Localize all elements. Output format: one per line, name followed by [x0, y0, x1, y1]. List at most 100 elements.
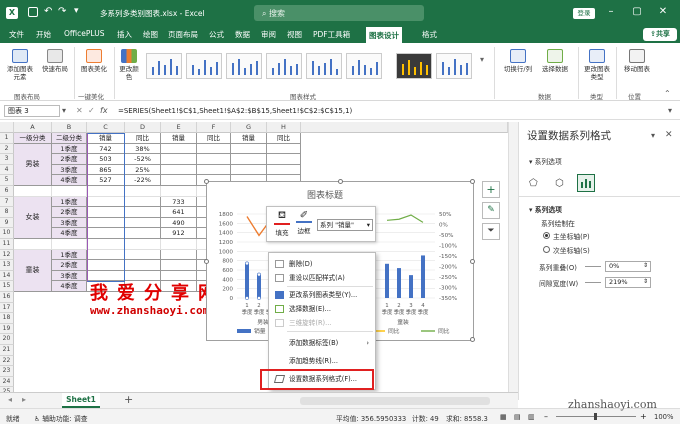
row-header[interactable]: 2: [0, 143, 14, 155]
column-header[interactable]: F: [197, 122, 231, 133]
resize-handle[interactable]: [470, 337, 475, 342]
menu-item-add-data-labels[interactable]: 添加数据标签(B) ›: [269, 336, 375, 350]
table-cell[interactable]: 二级分类: [52, 133, 87, 144]
row-header[interactable]: 15: [0, 281, 14, 292]
select-all-corner[interactable]: [0, 122, 14, 133]
change-chart-type-button[interactable]: 更改图表类型: [582, 49, 612, 81]
normal-view-icon[interactable]: ▦: [500, 413, 507, 421]
table-cell[interactable]: 733: [161, 196, 197, 208]
customize-qat-icon[interactable]: ▾: [74, 6, 79, 16]
table-cell[interactable]: 38%: [125, 143, 161, 155]
bar-selection-handle[interactable]: [257, 296, 261, 300]
table-cell[interactable]: 490: [161, 217, 197, 229]
group-label-cell[interactable]: 童装: [14, 249, 52, 292]
tab-insert[interactable]: 插入: [117, 29, 132, 40]
row-header[interactable]: 7: [0, 196, 14, 208]
column-header[interactable]: G: [231, 122, 267, 133]
outline-button[interactable]: ✐ 边框: [295, 210, 313, 235]
spinner-icon[interactable]: ⇕: [643, 261, 648, 270]
menu-item-select-data[interactable]: 选择数据(E)...: [269, 302, 375, 316]
table-cell[interactable]: 641: [161, 207, 197, 218]
tab-data[interactable]: 数据: [235, 29, 250, 40]
row-header[interactable]: 21: [0, 345, 14, 356]
table-cell[interactable]: 一级分类: [14, 133, 52, 144]
row-header[interactable]: 20: [0, 334, 14, 345]
minimize-icon[interactable]: –: [604, 6, 618, 17]
sheet-tab-sheet1[interactable]: Sheet1: [62, 393, 100, 408]
tab-review[interactable]: 审阅: [261, 29, 276, 40]
prev-sheet-icon[interactable]: ◂: [8, 395, 12, 404]
tab-draw[interactable]: 绘图: [143, 29, 158, 40]
menu-item-add-trendline[interactable]: 添加趋势线(R)...: [269, 354, 375, 368]
chart-beautify-button[interactable]: 图表美化: [78, 49, 110, 73]
menu-item-change-series-chart-type[interactable]: 更改系列图表类型(Y)...: [269, 288, 375, 302]
tab-officeplus[interactable]: OfficePLUS: [64, 29, 104, 38]
primary-axis-radio[interactable]: [543, 232, 550, 239]
row-header[interactable]: 19: [0, 323, 14, 335]
redo-icon[interactable]: ↷: [58, 6, 66, 17]
table-cell[interactable]: [125, 196, 161, 208]
column-header[interactable]: E: [161, 122, 197, 133]
zoom-slider-thumb[interactable]: [594, 413, 597, 420]
resize-handle[interactable]: [204, 179, 209, 184]
spinner-icon[interactable]: ⇕: [643, 277, 648, 286]
table-cell[interactable]: [231, 164, 267, 176]
resize-handle[interactable]: [204, 259, 209, 264]
table-cell[interactable]: [125, 186, 161, 197]
table-cell[interactable]: [231, 143, 267, 155]
row-header[interactable]: 9: [0, 217, 14, 229]
menu-item-reset-style[interactable]: 重设以匹配样式(A): [269, 271, 375, 285]
group-label-cell[interactable]: 男装: [14, 143, 52, 186]
undo-icon[interactable]: ↶: [44, 6, 52, 17]
chart-filters-button[interactable]: ⏷: [482, 223, 500, 240]
row-header[interactable]: 1: [0, 133, 14, 144]
table-cell[interactable]: [125, 207, 161, 218]
table-cell[interactable]: 3季度: [52, 270, 87, 282]
row-header[interactable]: 5: [0, 175, 14, 186]
table-cell[interactable]: 912: [161, 228, 197, 239]
table-cell[interactable]: [267, 164, 301, 176]
table-cell[interactable]: [161, 239, 197, 250]
chart-style-5[interactable]: [306, 53, 342, 79]
gap-width-input[interactable]: 219% ⇕: [605, 277, 651, 288]
table-cell[interactable]: 销量: [231, 133, 267, 144]
table-cell[interactable]: 2季度: [52, 154, 87, 165]
next-sheet-icon[interactable]: ▸: [22, 395, 26, 404]
chart-style-3[interactable]: [226, 53, 262, 79]
table-cell[interactable]: [161, 260, 197, 271]
bar[interactable]: [409, 275, 413, 298]
quick-layout-button[interactable]: 快速布局: [40, 49, 70, 73]
table-cell[interactable]: [125, 217, 161, 229]
row-header[interactable]: 18: [0, 313, 14, 324]
overlap-input[interactable]: 0% ⇕: [605, 261, 651, 272]
resize-handle[interactable]: [470, 179, 475, 184]
column-header[interactable]: A: [14, 122, 52, 133]
table-cell[interactable]: 4季度: [52, 228, 87, 239]
row-header[interactable]: 4: [0, 164, 14, 176]
change-colors-button[interactable]: 更改颜色: [117, 49, 141, 81]
column-header[interactable]: B: [52, 122, 87, 133]
row-header[interactable]: 24: [0, 376, 14, 388]
column-header[interactable]: D: [125, 122, 161, 133]
save-icon[interactable]: [28, 7, 38, 17]
name-box[interactable]: 图表 3: [4, 105, 60, 117]
gap-width-slider[interactable]: [585, 282, 601, 283]
table-cell[interactable]: 1季度: [52, 196, 87, 208]
table-cell[interactable]: [197, 164, 231, 176]
tab-chart-design[interactable]: 图表设计: [366, 27, 402, 43]
table-cell[interactable]: [161, 175, 197, 186]
series-select-dropdown[interactable]: 系列 "销量" ▾: [317, 219, 373, 231]
tab-formulas[interactable]: 公式: [209, 29, 224, 40]
switch-row-column-button[interactable]: 切换行/列: [500, 49, 536, 73]
effects-icon[interactable]: ⬡: [555, 178, 564, 189]
table-cell[interactable]: [14, 186, 52, 197]
login-button[interactable]: 登录: [573, 8, 595, 19]
close-icon[interactable]: ✕: [656, 6, 670, 17]
table-cell[interactable]: 3季度: [52, 164, 87, 176]
bar[interactable]: [421, 255, 425, 298]
page-layout-view-icon[interactable]: ▤: [514, 413, 521, 421]
table-cell[interactable]: -52%: [125, 154, 161, 165]
table-cell[interactable]: [161, 186, 197, 197]
zoom-in-icon[interactable]: +: [640, 412, 647, 421]
table-cell[interactable]: [161, 164, 197, 176]
